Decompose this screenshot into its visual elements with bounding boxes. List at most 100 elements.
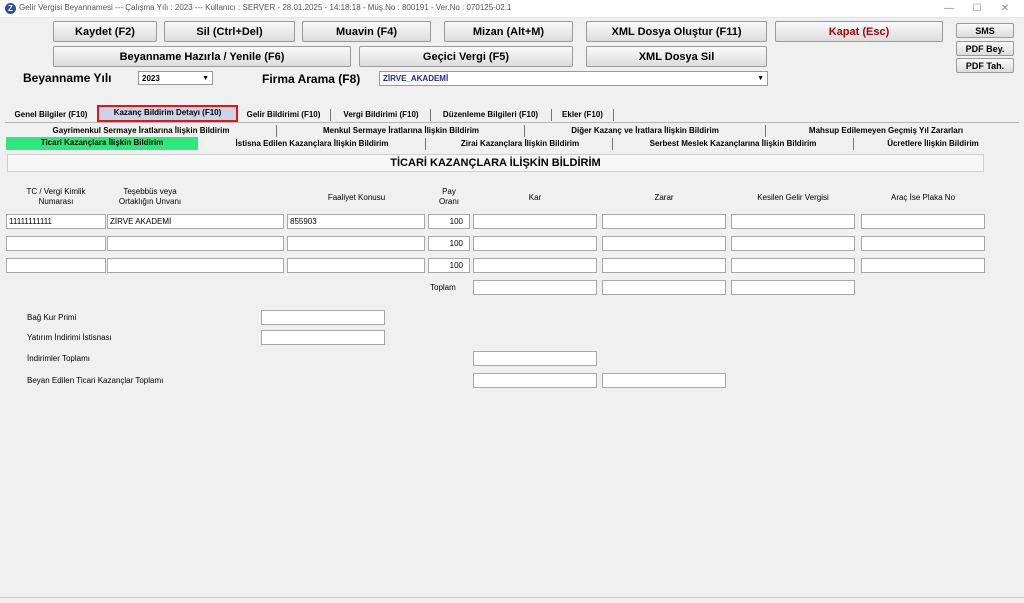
row2-pay-input[interactable]: 100 <box>428 236 470 251</box>
row3-kar-input[interactable] <box>473 258 597 273</box>
beyan-kar-input[interactable] <box>473 373 597 388</box>
close-icon[interactable]: ✕ <box>992 1 1018 17</box>
beyan-label: Beyan Edilen Ticari Kazançlar Toplamı <box>27 376 164 385</box>
gecici-vergi-button[interactable]: Geçici Vergi (F5) <box>359 46 573 67</box>
tab-kazanc-bildirim-detayi[interactable]: Kazanç Bildirim Detayı (F10) <box>97 105 238 122</box>
toplam-kesilen-input[interactable] <box>731 280 855 295</box>
muavin-button[interactable]: Muavin (F4) <box>302 21 431 42</box>
row3-unvan-input[interactable] <box>107 258 284 273</box>
xml-sil-button[interactable]: XML Dosya Sil <box>586 46 767 67</box>
chevron-down-icon: ▼ <box>757 75 764 82</box>
indirimler-label: İndirimler Toplamı <box>27 354 90 363</box>
bagkur-label: Bağ Kur Primi <box>27 313 77 322</box>
tab-separator <box>853 138 854 150</box>
subtab-diger-kazanc[interactable]: Diğer Kazanç ve İratlara İlişkin Bildiri… <box>528 125 762 137</box>
year-value: 2023 <box>142 74 160 83</box>
row3-pay-input[interactable]: 100 <box>428 258 470 273</box>
tab-separator <box>765 125 766 137</box>
yatirim-input[interactable] <box>261 330 385 345</box>
row3-tc-input[interactable] <box>6 258 106 273</box>
row2-tc-input[interactable] <box>6 236 106 251</box>
col-pay-line2: Oranı <box>438 197 459 206</box>
row1-kar-input[interactable] <box>473 214 597 229</box>
row1-plaka-input[interactable] <box>861 214 985 229</box>
row2-unvan-input[interactable] <box>107 236 284 251</box>
row2-kar-input[interactable] <box>473 236 597 251</box>
col-pay: Pay Oranı <box>427 187 471 207</box>
col-tc-line2: Numarası <box>38 197 74 206</box>
firma-value: ZİRVE_AKADEMİ <box>383 74 449 83</box>
tab-divider <box>5 122 1019 123</box>
minimize-icon[interactable]: — <box>936 1 962 17</box>
sms-button[interactable]: SMS <box>956 23 1014 38</box>
col-tc: TC / Vergi Kimlik Numarası <box>6 187 106 207</box>
tab-gelir-bildirimi[interactable]: Gelir Bildirimi (F10) <box>240 108 327 122</box>
row1-unvan-input[interactable]: ZİRVE AKADEMİ <box>107 214 284 229</box>
maximize-icon[interactable]: ☐ <box>964 1 990 17</box>
firma-select[interactable]: ZİRVE_AKADEMİ ▼ <box>379 71 768 86</box>
subtab-ticari-kazanc[interactable]: Ticari Kazançlara İlişkin Bildirim <box>6 137 198 150</box>
indirimler-input[interactable] <box>473 351 597 366</box>
tab-separator <box>612 138 613 150</box>
mizan-button[interactable]: Mizan (Alt+M) <box>444 21 573 42</box>
col-faaliyet: Faaliyet Konusu <box>327 193 386 202</box>
row3-faaliyet-input[interactable] <box>287 258 425 273</box>
chevron-down-icon: ▼ <box>202 75 209 82</box>
xml-olustur-button[interactable]: XML Dosya Oluştur (F11) <box>586 21 767 42</box>
toplam-zarar-input[interactable] <box>602 280 726 295</box>
sil-button[interactable]: Sil (Ctrl+Del) <box>164 21 295 42</box>
toplam-kar-input[interactable] <box>473 280 597 295</box>
tab-separator <box>613 109 614 121</box>
row2-kesilen-input[interactable] <box>731 236 855 251</box>
tab-duzenleme-bilgileri[interactable]: Düzenleme Bilgileri (F10) <box>435 108 546 122</box>
tab-separator <box>430 109 431 121</box>
row3-zarar-input[interactable] <box>602 258 726 273</box>
tab-separator <box>551 109 552 121</box>
row1-pay-input[interactable]: 100 <box>428 214 470 229</box>
subtab-ucretler[interactable]: Ücretlere İlişkin Bildirim <box>857 138 1009 150</box>
kaydet-button[interactable]: Kaydet (F2) <box>53 21 157 42</box>
pdf-tah-button[interactable]: PDF Tah. <box>956 58 1014 73</box>
tab-separator <box>330 109 331 121</box>
row2-zarar-input[interactable] <box>602 236 726 251</box>
subtab-zirai[interactable]: Zirai Kazançlara İlişkin Bildirim <box>430 138 610 150</box>
beyan-zarar-input[interactable] <box>602 373 726 388</box>
bagkur-input[interactable] <box>261 310 385 325</box>
row1-tc-input[interactable]: 11111111111 <box>6 214 106 229</box>
tab-ekler[interactable]: Ekler (F10) <box>556 108 609 122</box>
subtab-mahsup[interactable]: Mahsup Edilemeyen Geçmiş Yıl Zararları <box>768 125 1004 137</box>
row3-plaka-input[interactable] <box>861 258 985 273</box>
row1-zarar-input[interactable] <box>602 214 726 229</box>
tab-genel-bilgiler[interactable]: Genel Bilgiler (F10) <box>8 108 94 122</box>
row1-kesilen-input[interactable] <box>731 214 855 229</box>
year-label: Beyanname Yılı <box>23 71 112 85</box>
row3-kesilen-input[interactable] <box>731 258 855 273</box>
tab-vergi-bildirimi[interactable]: Vergi Bildirimi (F10) <box>335 108 427 122</box>
row2-faaliyet-input[interactable] <box>287 236 425 251</box>
col-tc-line1: TC / Vergi Kimlik <box>26 187 86 196</box>
subtab-menkul[interactable]: Menkul Sermaye İratlarına İlişkin Bildir… <box>280 125 522 137</box>
tab-separator <box>524 125 525 137</box>
tab-separator <box>276 125 277 137</box>
window-title: Gelir Vergisi Beyannamesi --- Çalışma Yı… <box>19 3 512 12</box>
subtab-gayrimenkul[interactable]: Gayrimenkul Sermaye İratlarına İlişkin B… <box>10 125 272 137</box>
bottom-border <box>0 597 1024 598</box>
col-unvan-line2: Ortaklığın Unvanı <box>118 197 182 206</box>
col-arac: Araç İse Plaka No <box>890 193 956 202</box>
col-pay-line1: Pay <box>442 187 456 196</box>
title-bar: Z Gelir Vergisi Beyannamesi --- Çalışma … <box>0 0 1024 18</box>
kapat-button[interactable]: Kapat (Esc) <box>775 21 943 42</box>
year-select[interactable]: 2023 ▼ <box>138 71 213 85</box>
yatirim-label: Yatırım İndirimi İstisnası <box>27 333 112 342</box>
col-kesilen: Kesilen Gelir Vergisi <box>757 193 829 202</box>
beyanname-hazirla-button[interactable]: Beyanname Hazırla / Yenile (F6) <box>53 46 351 67</box>
pdf-bey-button[interactable]: PDF Bey. <box>956 41 1014 56</box>
tab-separator <box>425 138 426 150</box>
toplam-label: Toplam <box>430 283 456 292</box>
section-title: TİCARİ KAZANÇLARA İLİŞKİN BİLDİRİM <box>7 154 984 172</box>
row1-faaliyet-input[interactable]: 855903 <box>287 214 425 229</box>
row2-plaka-input[interactable] <box>861 236 985 251</box>
subtab-istisna[interactable]: İstisna Edilen Kazançlara İlişkin Bildir… <box>200 138 424 150</box>
col-kar: Kar <box>528 193 542 202</box>
subtab-serbest-meslek[interactable]: Serbest Meslek Kazançlarına İlişkin Bild… <box>615 138 851 150</box>
